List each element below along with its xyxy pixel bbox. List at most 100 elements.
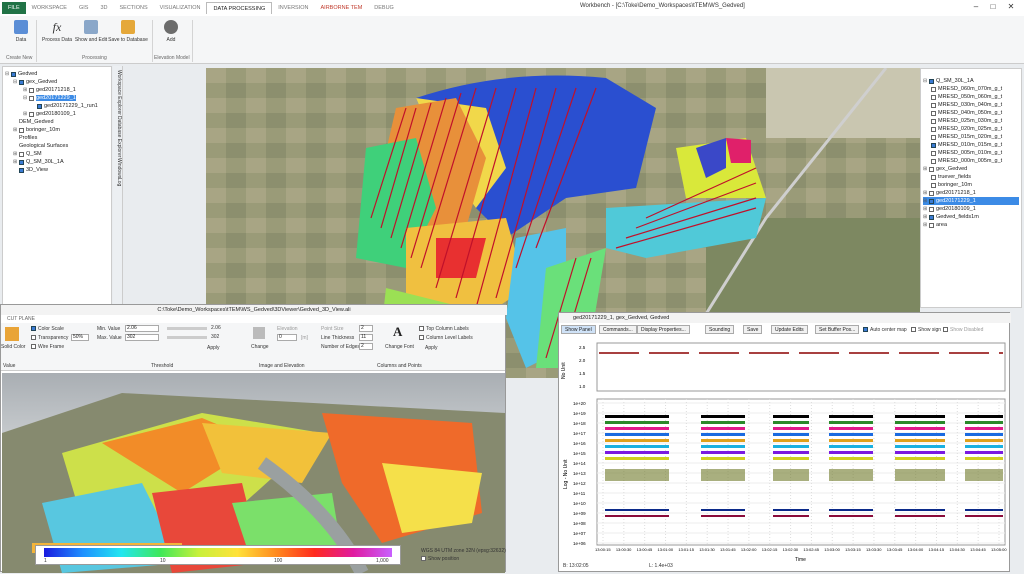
layer-item[interactable]: ⊞ gex_Gedved [923, 165, 967, 173]
layer-item[interactable]: ⊞ area [923, 221, 947, 229]
tab-gis[interactable]: GIS [73, 2, 94, 14]
layer-item[interactable]: MRESD_005m_010m_g_t [931, 149, 1002, 157]
layer-item-selected[interactable]: ⊞ ged20171229_1 [923, 197, 1019, 205]
tab-file[interactable]: FILE [2, 2, 26, 14]
tab-visualization[interactable]: VISUALIZATION [154, 2, 207, 14]
apply-threshold-button[interactable]: Apply [207, 345, 220, 351]
tree-node[interactable]: Profiles [19, 134, 37, 142]
layer-item[interactable]: ⊞ ged20171218_1 [923, 189, 976, 197]
close-button[interactable]: ✕ [1005, 2, 1017, 12]
tab-debug[interactable]: DEBUG [368, 2, 400, 14]
tree-node[interactable]: ⊞ Q_SM_30L_1A [13, 158, 64, 166]
tree-node[interactable]: DEM_Gedved [19, 118, 54, 126]
commands-button[interactable]: Commands... [599, 325, 637, 334]
transparency-check[interactable]: Transparency [31, 335, 68, 341]
apply-columns-button[interactable]: Apply [425, 345, 438, 351]
display-properties-button[interactable]: Display Properties... [637, 325, 690, 334]
layer-item[interactable]: MRESD_060m_070m_g_t [931, 85, 1002, 93]
tree-node[interactable]: ged20171229_1_run1 [37, 102, 98, 110]
checkbox[interactable] [929, 214, 934, 220]
layer-item[interactable]: truever_fields [931, 173, 971, 181]
tree-node[interactable]: ⊞ ged20171218_1 [23, 86, 76, 94]
layer-item[interactable]: MRESD_010m_015m_g_t [931, 141, 1002, 149]
layer-item[interactable]: boringer_10m [931, 181, 972, 189]
checkbox[interactable] [29, 111, 34, 117]
checkbox[interactable] [929, 206, 934, 212]
add-elevation-button[interactable]: Add [154, 18, 188, 52]
layer-item[interactable]: ⊞ Gedved_fields1m [923, 213, 979, 221]
transparency-input[interactable]: 50% [71, 334, 89, 341]
layer-item[interactable]: MRESD_050m_060m_g_t [931, 93, 1002, 101]
tab-windows[interactable]: Windows [114, 158, 122, 178]
checkbox[interactable] [931, 182, 936, 188]
tab-log[interactable]: Log [114, 178, 122, 186]
checkbox[interactable] [931, 126, 936, 132]
3d-scene[interactable] [2, 373, 505, 573]
layer-item[interactable]: MRESD_020m_025m_g_t [931, 125, 1002, 133]
show-and-edit-button[interactable]: Show and Edit [74, 18, 108, 52]
checkbox[interactable] [929, 222, 934, 228]
checkbox[interactable] [19, 167, 24, 173]
solid-color-button[interactable]: Solid Color [1, 344, 25, 350]
checkbox[interactable] [11, 71, 16, 77]
tree-node[interactable]: ⊟ gex_Gedved [13, 78, 57, 86]
layer-item[interactable]: MRESD_025m_030m_g_t [931, 117, 1002, 125]
tree-node[interactable]: Geological Surfaces [19, 142, 68, 150]
max-slider[interactable] [167, 336, 207, 339]
tab-workspace[interactable]: WORKSPACE [26, 2, 73, 14]
tree-node-selected[interactable]: ⊟ ged20171229_1 [23, 94, 76, 102]
top-labels-check[interactable]: Top Column Labels [419, 326, 469, 332]
checkbox[interactable] [931, 86, 936, 92]
sounding-button[interactable]: Sounding [705, 325, 735, 334]
data-button[interactable]: Data [4, 18, 38, 52]
checkbox[interactable] [929, 166, 934, 172]
tree-node[interactable]: 3D_View [19, 166, 48, 174]
checkbox[interactable] [929, 78, 934, 84]
checkbox[interactable] [19, 151, 24, 157]
tab-workspace-explorer[interactable]: Workspace Explorer [114, 70, 122, 115]
checkbox[interactable] [931, 110, 936, 116]
elevation-input[interactable]: 0 [277, 334, 297, 341]
layer-item[interactable]: MRESD_000m_005m_g_t [931, 157, 1002, 165]
tab-data-processing[interactable]: DATA PROCESSING [206, 2, 273, 14]
point-size-input[interactable]: 2 [359, 325, 373, 332]
checkbox[interactable] [29, 95, 34, 101]
tree-node[interactable]: ⊟ Gedved [5, 70, 37, 78]
tab-airborne-tem[interactable]: AIRBORNE TEM [315, 2, 369, 14]
color-scale-check[interactable]: Color Scale [31, 326, 64, 332]
tree-node[interactable]: ⊞ Q_SM [13, 150, 42, 158]
checkbox[interactable] [931, 134, 936, 140]
save-to-database-button[interactable]: Save to Database [108, 18, 148, 52]
layer-item[interactable]: MRESD_030m_040m_g_t [931, 101, 1002, 109]
checkbox[interactable] [931, 142, 936, 148]
max-value-input[interactable]: 302 [125, 334, 159, 341]
tab-database-explorer[interactable]: Database Explorer [114, 116, 122, 157]
checkbox[interactable] [931, 94, 936, 100]
checkbox[interactable] [29, 87, 34, 93]
save-button[interactable]: Save [743, 325, 763, 334]
change-font-button[interactable]: Change Font [385, 344, 414, 350]
tree-node[interactable]: ⊞ ged20180109_1 [23, 110, 76, 118]
level-labels-check[interactable]: Column Level Labels [419, 335, 473, 341]
layer-item[interactable]: MRESD_040m_050m_g_t [931, 109, 1002, 117]
sounding-chart[interactable]: No Unit 2.5 2.0 1.5 1.0 Log - No Unit 1e+20… [559, 337, 1009, 563]
layer-item[interactable]: ⊟ Q_SM_30L_1A [923, 77, 974, 85]
change-image-button[interactable]: Change [251, 344, 269, 350]
checkbox[interactable] [931, 174, 936, 180]
checkbox[interactable] [931, 158, 936, 164]
checkbox[interactable] [929, 198, 934, 204]
maximize-button[interactable]: □ [987, 2, 999, 12]
auto-center-check[interactable]: Auto center map [863, 327, 907, 333]
process-data-button[interactable]: fx Process Data [40, 18, 74, 52]
set-buffer-pos-button[interactable]: Set Buffer Pos... [815, 325, 860, 334]
wire-frame-check[interactable]: Wire Frame [31, 344, 64, 350]
show-position-check[interactable]: Show position [421, 556, 459, 562]
minimize-button[interactable]: – [970, 2, 982, 12]
layer-item[interactable]: MRESD_015m_020m_g_t [931, 133, 1002, 141]
checkbox[interactable] [931, 150, 936, 156]
tree-node[interactable]: ⊞ boringer_10m [13, 126, 60, 134]
show-panel-button[interactable]: Show Panel [561, 325, 596, 334]
checkbox[interactable] [19, 127, 24, 133]
min-slider[interactable] [167, 327, 207, 330]
show-sign-check[interactable]: Show sign [911, 327, 941, 333]
